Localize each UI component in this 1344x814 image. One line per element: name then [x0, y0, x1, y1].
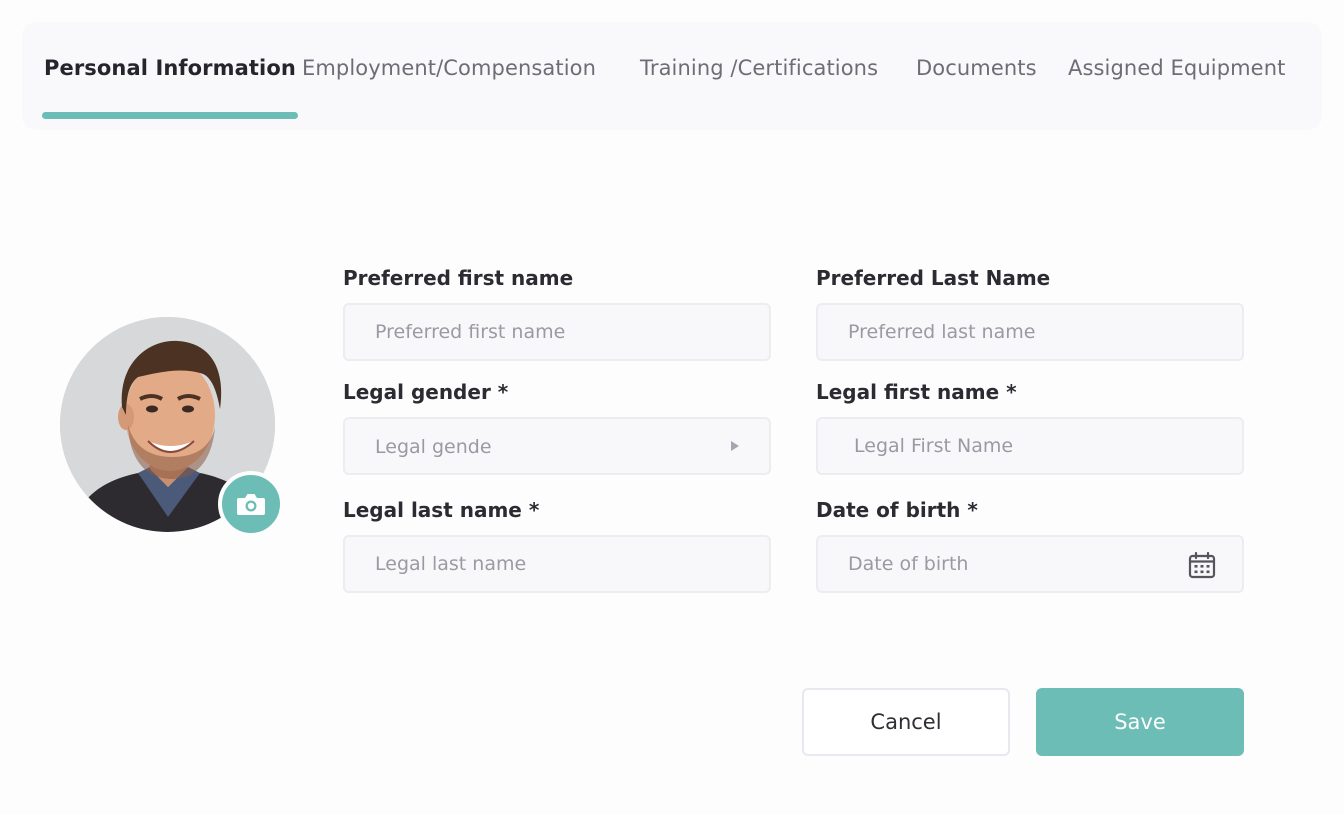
legal-last-name-label: Legal last name * [343, 498, 540, 522]
cancel-button[interactable]: Cancel [802, 688, 1010, 756]
legal-last-name-input[interactable] [345, 537, 769, 591]
tab-label: Personal Information [44, 56, 296, 80]
tab-personal-information[interactable]: Personal Information [42, 56, 298, 119]
tab-label: Assigned Equipment [1068, 56, 1286, 80]
upload-photo-button[interactable] [218, 471, 284, 537]
legal-first-name-label: Legal first name * [816, 380, 1017, 404]
page: Personal Information Employment/Compensa… [0, 0, 1344, 814]
tab-documents[interactable]: Documents [916, 56, 1037, 80]
preferred-first-name-input[interactable] [345, 305, 769, 359]
save-button[interactable]: Save [1036, 688, 1244, 756]
tab-label: Documents [916, 56, 1037, 80]
camera-icon [237, 494, 265, 515]
tab-training-certifications[interactable]: Training /Certifications [640, 56, 878, 80]
tab-label: Employment/Compensation [302, 56, 597, 80]
active-tab-indicator [42, 112, 298, 119]
tab-employment-compensation[interactable]: Employment/Compensation [302, 56, 596, 80]
preferred-last-name-field [816, 303, 1244, 361]
legal-first-name-input[interactable] [818, 419, 1242, 473]
preferred-first-name-label: Preferred first name [343, 266, 574, 290]
date-of-birth-field [816, 535, 1244, 593]
legal-gender-select[interactable]: Legal gende [343, 417, 771, 475]
preferred-last-name-label: Preferred Last Name [816, 266, 1051, 290]
tab-bar: Personal Information Employment/Compensa… [22, 22, 1322, 130]
legal-last-name-field [343, 535, 771, 593]
date-of-birth-label: Date of birth * [816, 498, 978, 522]
tab-label: Training /Certifications [640, 56, 879, 80]
caret-right-icon [731, 441, 739, 451]
calendar-icon[interactable] [1188, 551, 1216, 579]
tab-assigned-equipment[interactable]: Assigned Equipment [1068, 56, 1285, 80]
preferred-last-name-input[interactable] [818, 305, 1242, 359]
legal-gender-label: Legal gender * [343, 380, 509, 404]
legal-gender-placeholder: Legal gende [375, 436, 492, 458]
legal-first-name-field [816, 417, 1244, 475]
preferred-first-name-field [343, 303, 771, 361]
date-of-birth-input[interactable] [818, 537, 1242, 591]
